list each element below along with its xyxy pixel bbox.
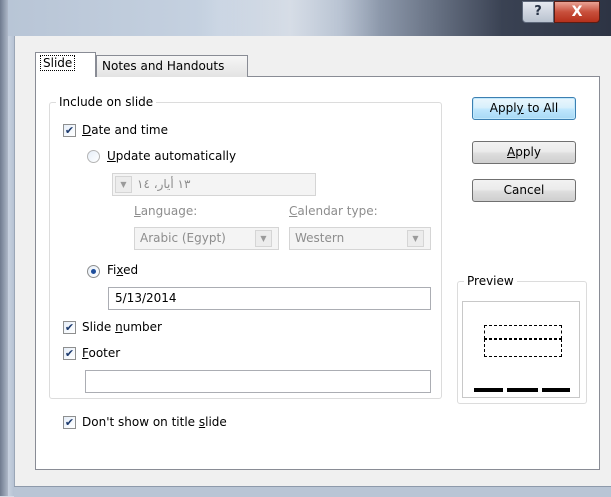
preview-body-placeholder — [484, 339, 562, 357]
calendar-type-label: Calendar type: — [289, 204, 378, 218]
tab-notes-label: Notes and Handouts — [102, 59, 225, 73]
fixed-label[interactable]: Fixed — [107, 263, 138, 277]
preview-label: Preview — [464, 274, 517, 288]
footer-text-input[interactable] — [85, 370, 431, 393]
dont-show-title-label[interactable]: Don't show on title slide — [82, 415, 227, 429]
chevron-down-icon[interactable]: ▼ — [115, 176, 132, 193]
include-on-slide-label: Include on slide — [56, 95, 157, 109]
language-label: Language: — [134, 204, 198, 218]
tab-notes-and-handouts[interactable]: Notes and Handouts — [96, 55, 248, 77]
update-automatically-label[interactable]: Update automatically — [107, 149, 236, 163]
apply-button[interactable]: Apply — [472, 141, 576, 164]
radio-selected-dot — [91, 269, 96, 274]
window-frame-bottom — [14, 486, 611, 497]
close-button[interactable]: X — [554, 1, 600, 23]
footer-label[interactable]: Footer — [82, 346, 120, 360]
date-time-label[interactable]: Date and time — [82, 123, 168, 137]
check-icon: ✔ — [64, 321, 75, 334]
date-format-combo[interactable]: ▼ ١٣ أيار، ١٤ — [112, 173, 316, 196]
date-time-checkbox[interactable]: ✔ — [63, 124, 76, 137]
window-frame-left — [0, 0, 8, 496]
check-icon: ✔ — [64, 347, 75, 360]
fixed-radio[interactable] — [87, 265, 100, 278]
footer-checkbox[interactable]: ✔ — [63, 347, 76, 360]
update-automatically-radio[interactable] — [87, 150, 100, 163]
slide-number-checkbox[interactable]: ✔ — [63, 321, 76, 334]
calendar-type-combo[interactable]: Western ▼ — [289, 227, 431, 250]
apply-to-all-button[interactable]: Apply to All — [472, 97, 576, 120]
title-bar-glare — [200, 0, 380, 36]
help-icon: ? — [534, 4, 542, 19]
preview-footer-bar — [507, 388, 538, 392]
chevron-down-icon[interactable]: ▼ — [255, 230, 272, 247]
check-icon: ✔ — [64, 416, 75, 429]
tab-slide[interactable]: Slide — [35, 52, 96, 77]
date-format-value: ١٣ أيار، ١٤ — [137, 177, 191, 191]
preview-slide-number-bar — [542, 388, 570, 392]
preview-title-placeholder — [484, 325, 562, 339]
language-combo[interactable]: Arabic (Egypt) ▼ — [134, 227, 279, 250]
slide-number-label[interactable]: Slide number — [82, 320, 162, 334]
fixed-date-input[interactable]: 5/13/2014 — [108, 287, 431, 310]
slide-preview — [462, 301, 580, 398]
help-button[interactable]: ? — [522, 1, 554, 23]
dont-show-title-checkbox[interactable]: ✔ — [63, 416, 76, 429]
close-icon: X — [571, 4, 583, 20]
check-icon: ✔ — [64, 124, 75, 137]
cancel-button[interactable]: Cancel — [472, 179, 576, 202]
chevron-down-icon[interactable]: ▼ — [407, 230, 424, 247]
preview-date-footer-bar — [474, 388, 503, 392]
calendar-type-value: Western — [295, 231, 345, 245]
tab-slide-label: Slide — [39, 55, 76, 71]
language-value: Arabic (Egypt) — [140, 231, 226, 245]
